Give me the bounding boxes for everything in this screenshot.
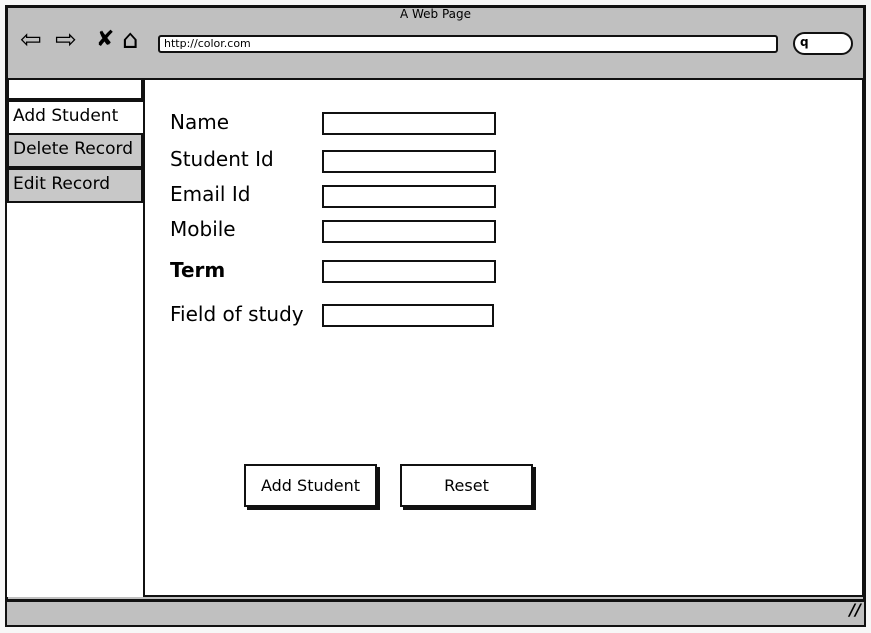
reset-button[interactable]: Reset (400, 464, 533, 507)
email-id-input[interactable] (322, 185, 496, 208)
search-icon: q (800, 35, 809, 49)
resize-grip-icon[interactable]: // (849, 600, 861, 619)
term-label: Term (170, 258, 226, 282)
url-field[interactable]: http://color.com (158, 35, 778, 53)
sidebar-item-edit-record[interactable]: Edit Record (7, 168, 143, 203)
student-id-label: Student Id (170, 147, 274, 171)
search-field[interactable]: q (793, 32, 853, 55)
window-title: A Web Page (399, 7, 472, 21)
sidebar-header (7, 78, 143, 100)
sidebar-item-delete-record[interactable]: Delete Record (7, 133, 143, 168)
add-student-button[interactable]: Add Student (244, 464, 377, 507)
term-input[interactable] (322, 260, 496, 283)
email-id-label: Email Id (170, 182, 251, 206)
field-of-study-input[interactable] (322, 304, 494, 327)
mobile-label: Mobile (170, 217, 236, 241)
name-label: Name (170, 110, 230, 134)
mobile-input[interactable] (322, 220, 496, 243)
forward-arrow-icon[interactable]: ⇨ (55, 26, 77, 54)
back-arrow-icon[interactable]: ⇦ (20, 26, 42, 54)
home-icon[interactable]: ⌂ (122, 26, 139, 54)
field-of-study-label: Field of study (170, 302, 304, 326)
sidebar-item-add-student[interactable]: Add Student (7, 100, 143, 135)
close-icon[interactable]: ✘ (96, 26, 114, 54)
name-input[interactable] (322, 112, 496, 135)
student-id-input[interactable] (322, 150, 496, 173)
status-bar (7, 599, 864, 625)
